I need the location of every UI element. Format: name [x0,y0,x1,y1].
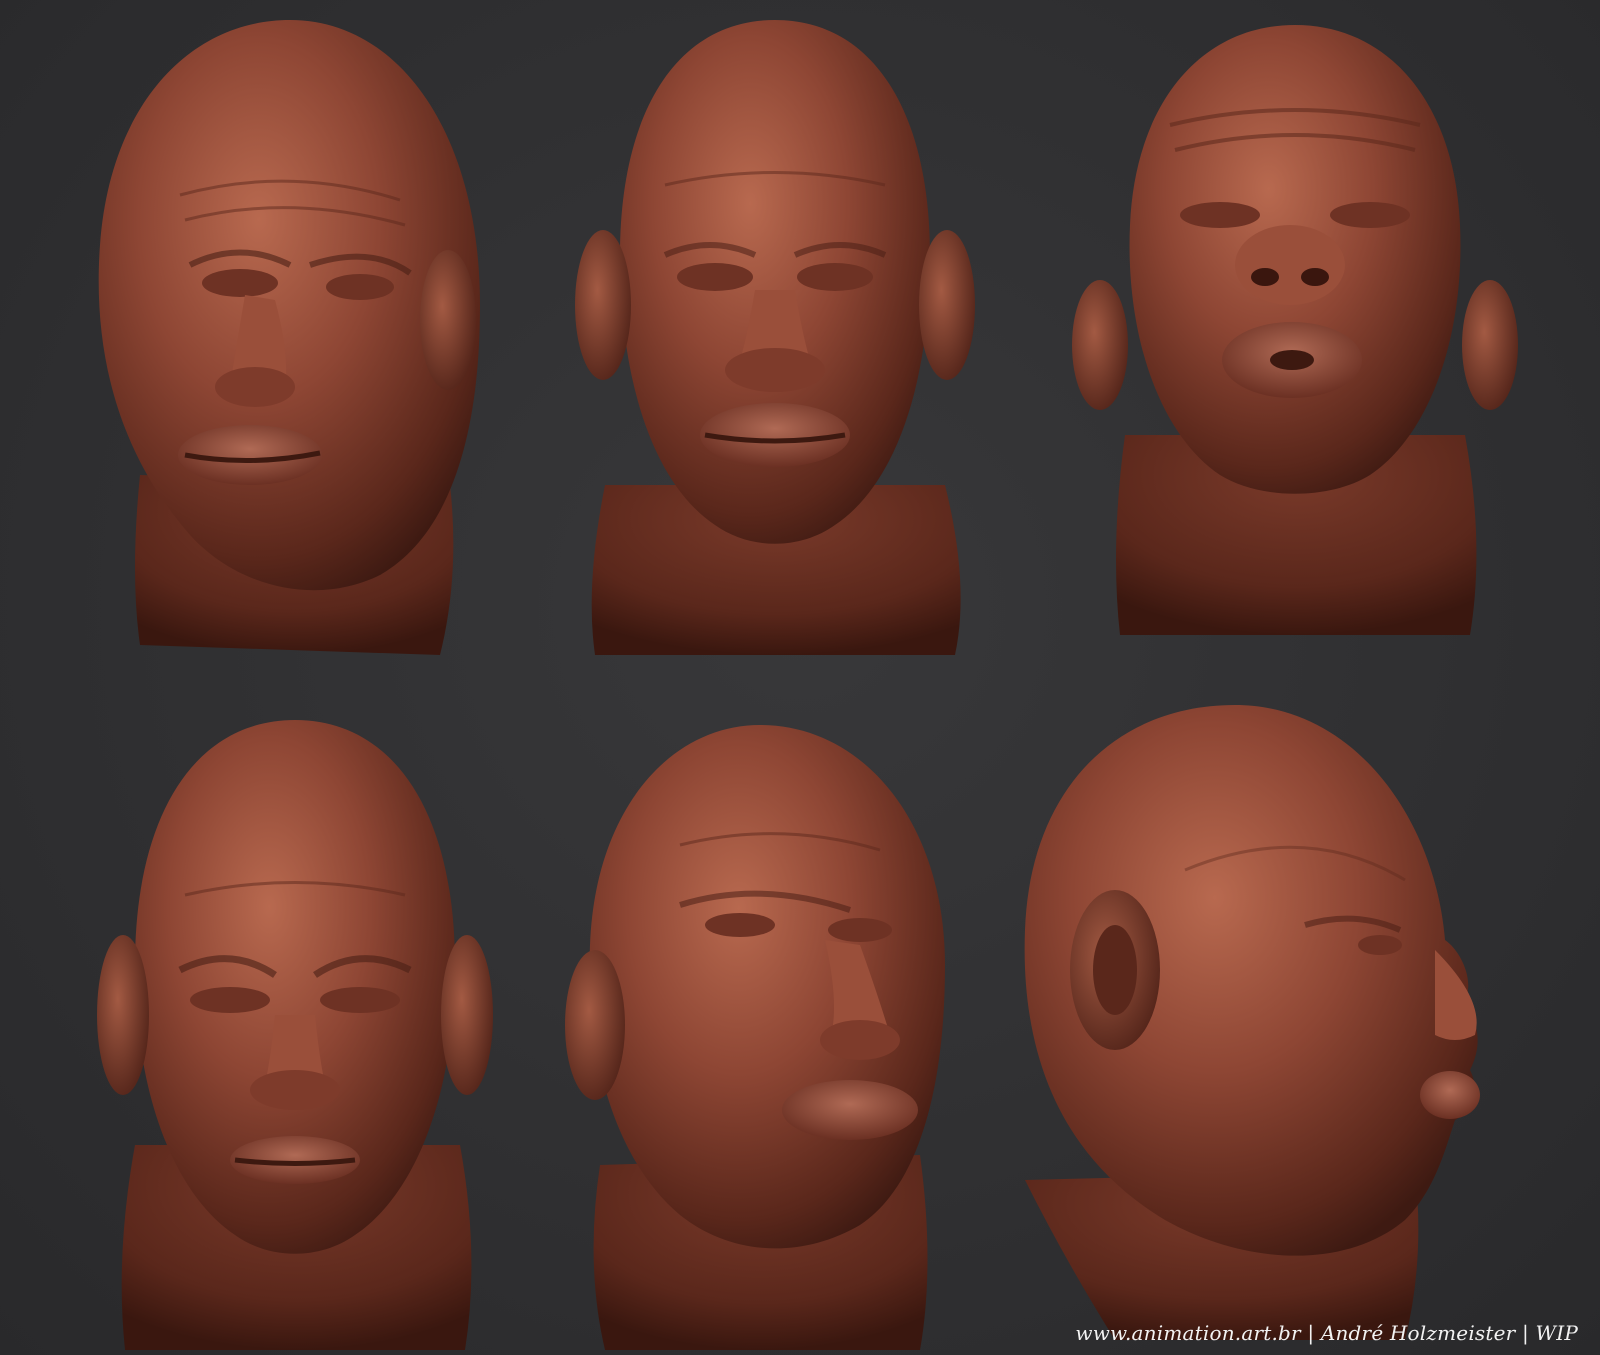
head-render-right-profile [1005,700,1525,1355]
head-render-looking-down [95,715,495,1355]
sculpt-sheet: www.animation.art.br | André Holzmeister… [0,0,1600,1355]
head-render-front-neutral [575,15,975,665]
head-render-three-quarter-left [70,15,510,665]
credit-caption: www.animation.art.br | André Holzmeister… [1075,1321,1578,1345]
head-render-three-quarter-right [560,715,970,1355]
head-render-looking-up [1070,15,1520,655]
